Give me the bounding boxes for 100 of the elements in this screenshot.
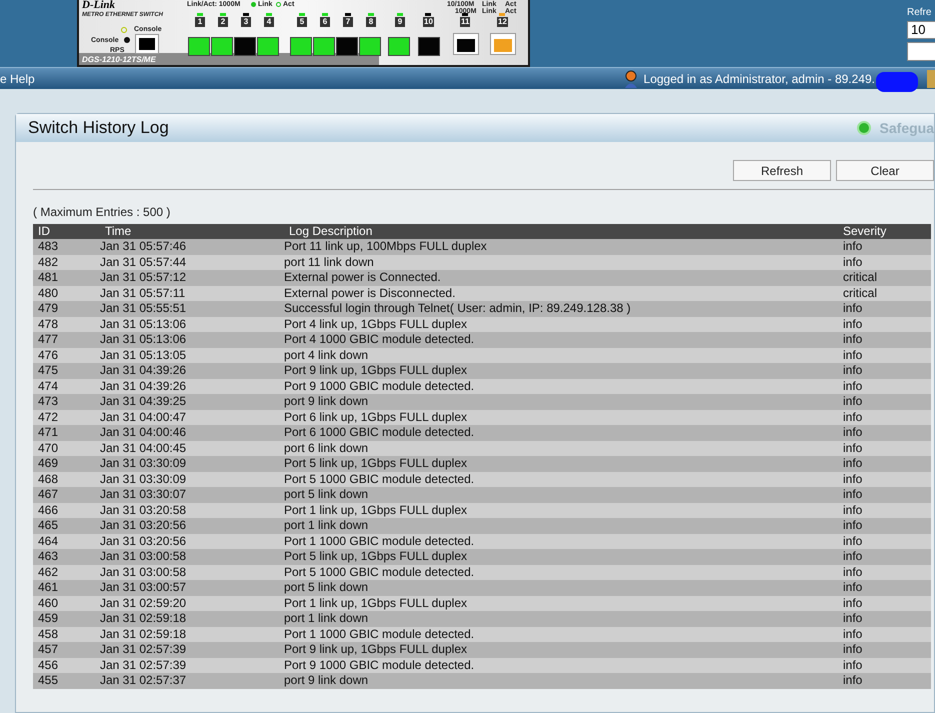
time-cell-text: Jan 31 05:57:12 <box>100 270 188 286</box>
severity-cell-text: info <box>842 673 864 688</box>
severity-cell-text: info <box>842 301 864 316</box>
description-cell-text: Port 1 link up, 1Gbps FULL duplex <box>284 596 468 611</box>
severity-cell-text: info <box>842 518 864 534</box>
description-cell-text: port 11 link down <box>284 254 375 270</box>
severity-cell-text: info <box>842 564 864 580</box>
refresh-label: Refre <box>907 6 932 20</box>
time-cell-text: Jan 31 03:20:56 <box>100 534 188 549</box>
severity-cell-text: info <box>842 239 864 254</box>
time-cell-text: Jan 31 04:39:26 <box>100 363 188 378</box>
safeguard-label: Safegua <box>880 118 934 138</box>
time-cell-text: Jan 31 04:39:25 <box>100 394 188 410</box>
id-cell-text: 477 <box>37 332 60 348</box>
time-cell-text: Jan 31 04:00:45 <box>100 440 188 456</box>
login-status: Logged in as Administrator, admin - 89.249. <box>644 70 875 88</box>
time-cell-text: Jan 31 03:30:07 <box>100 487 188 502</box>
time-cell-text: Jan 31 05:13:05 <box>100 348 188 363</box>
description-cell-text: Port 1 1000 GBIC module detected. <box>284 626 476 642</box>
time-cell-text: Jan 31 05:55:51 <box>100 301 188 316</box>
description-cell-text: port 1 link down <box>284 611 370 626</box>
refresh-select[interactable]: 10 <box>907 21 935 39</box>
refresh-field[interactable] <box>907 42 935 61</box>
column-header: Severity <box>842 224 888 239</box>
severity-cell-text: info <box>842 596 864 611</box>
act-led-icon <box>276 2 281 7</box>
description-cell-text: Port 4 link up, 1Gbps FULL duplex <box>284 316 468 332</box>
id-cell-text: 469 <box>37 456 60 472</box>
id-cell-text: 468 <box>37 472 60 487</box>
port-number: 7 <box>343 17 353 27</box>
port-number: 12 <box>497 17 508 27</box>
severity-cell-text: info <box>842 410 864 425</box>
description-cell-text: port 9 link down <box>284 673 370 688</box>
description-cell-text: Port 5 1000 GBIC module detected. <box>284 564 476 580</box>
port-number: 3 <box>241 17 251 27</box>
id-cell-text: 467 <box>37 487 60 502</box>
description-cell-text: External power is Connected. <box>284 270 442 286</box>
severity-cell-text: info <box>842 316 864 332</box>
severity-cell-text: info <box>842 580 864 596</box>
port-number: 5 <box>297 17 307 27</box>
port-number: 8 <box>366 17 376 27</box>
id-cell-text: 483 <box>37 239 60 254</box>
severity-cell-text: info <box>842 487 864 502</box>
time-cell-text: Jan 31 02:57:39 <box>100 642 188 658</box>
time-cell-text: Jan 31 03:00:58 <box>100 564 188 580</box>
user-icon <box>622 70 639 88</box>
console-port <box>135 34 159 54</box>
description-cell-text: Port 9 1000 GBIC module detected. <box>284 378 476 394</box>
description-cell-text: Port 4 1000 GBIC module detected. <box>284 332 476 348</box>
id-cell-text: 475 <box>37 363 60 378</box>
description-cell-text: Port 5 link up, 1Gbps FULL duplex <box>284 549 468 564</box>
id-cell-text: 455 <box>37 673 60 688</box>
description-cell-text: Successful login through Telnet( User: admin, IP: 89.249.128.38 ) <box>284 301 632 316</box>
model-label: DGS-1210-12TS/ME <box>82 56 156 64</box>
id-cell-text: 463 <box>37 549 60 564</box>
id-cell-text: 464 <box>37 534 60 549</box>
description-cell-text: port 9 link down <box>284 394 370 410</box>
id-cell-text: 481 <box>37 270 60 286</box>
time-cell-text: Jan 31 05:13:06 <box>100 316 188 332</box>
column-header: ID <box>37 224 51 239</box>
action-button[interactable]: Refresh <box>733 160 831 181</box>
time-cell-text: Jan 31 03:20:56 <box>100 518 188 534</box>
time-cell-text: Jan 31 02:59:18 <box>100 626 188 642</box>
column-header: Log Description <box>288 224 374 239</box>
description-cell-text: Port 6 link up, 1Gbps FULL duplex <box>284 410 468 425</box>
action-button[interactable]: Clear <box>836 160 934 181</box>
description-cell-text: Port 9 1000 GBIC module detected. <box>284 658 476 673</box>
severity-cell-text: info <box>842 348 864 363</box>
port-number: 2 <box>218 17 228 27</box>
port-number: 6 <box>320 17 330 27</box>
id-cell-text: 458 <box>37 626 60 642</box>
id-cell-text: 478 <box>37 316 60 332</box>
power-led-icon <box>121 27 127 33</box>
time-cell-text: Jan 31 04:00:46 <box>100 425 188 440</box>
severity-cell-text: info <box>842 378 864 394</box>
link-led-icon <box>251 2 256 7</box>
max-entries-note: ( Maximum Entries : 500 ) <box>33 204 172 221</box>
port-number: 10 <box>423 17 434 27</box>
severity-cell-text: info <box>842 456 864 472</box>
time-cell-text: Jan 31 03:00:58 <box>100 549 188 564</box>
description-cell-text: Port 1 link up, 1Gbps FULL duplex <box>284 502 468 518</box>
id-cell-text: 456 <box>37 658 60 673</box>
port-number: 4 <box>264 17 274 27</box>
menu-item[interactable]: e Help <box>0 70 35 88</box>
id-cell-text: 476 <box>37 348 60 363</box>
description-cell-text: Port 9 link up, 1Gbps FULL duplex <box>284 363 468 378</box>
severity-cell-text: info <box>842 254 864 270</box>
id-cell-text: 480 <box>37 286 60 301</box>
id-cell-text: 461 <box>37 580 60 596</box>
severity-cell-text: info <box>842 626 864 642</box>
severity-cell-text: info <box>842 363 864 378</box>
description-cell-text: Port 1 1000 GBIC module detected. <box>284 534 476 549</box>
time-cell-text: Jan 31 05:57:11 <box>100 286 186 301</box>
time-cell-text: Jan 31 02:57:39 <box>100 658 188 673</box>
severity-cell-text: info <box>842 534 864 549</box>
description-cell-text: port 5 link down <box>284 580 370 596</box>
severity-cell-text: critical <box>842 286 878 301</box>
redaction-mark <box>876 72 918 92</box>
id-cell-text: 471 <box>37 425 60 440</box>
description-cell-text: Port 11 link up, 100Mbps FULL duplex <box>284 239 488 254</box>
